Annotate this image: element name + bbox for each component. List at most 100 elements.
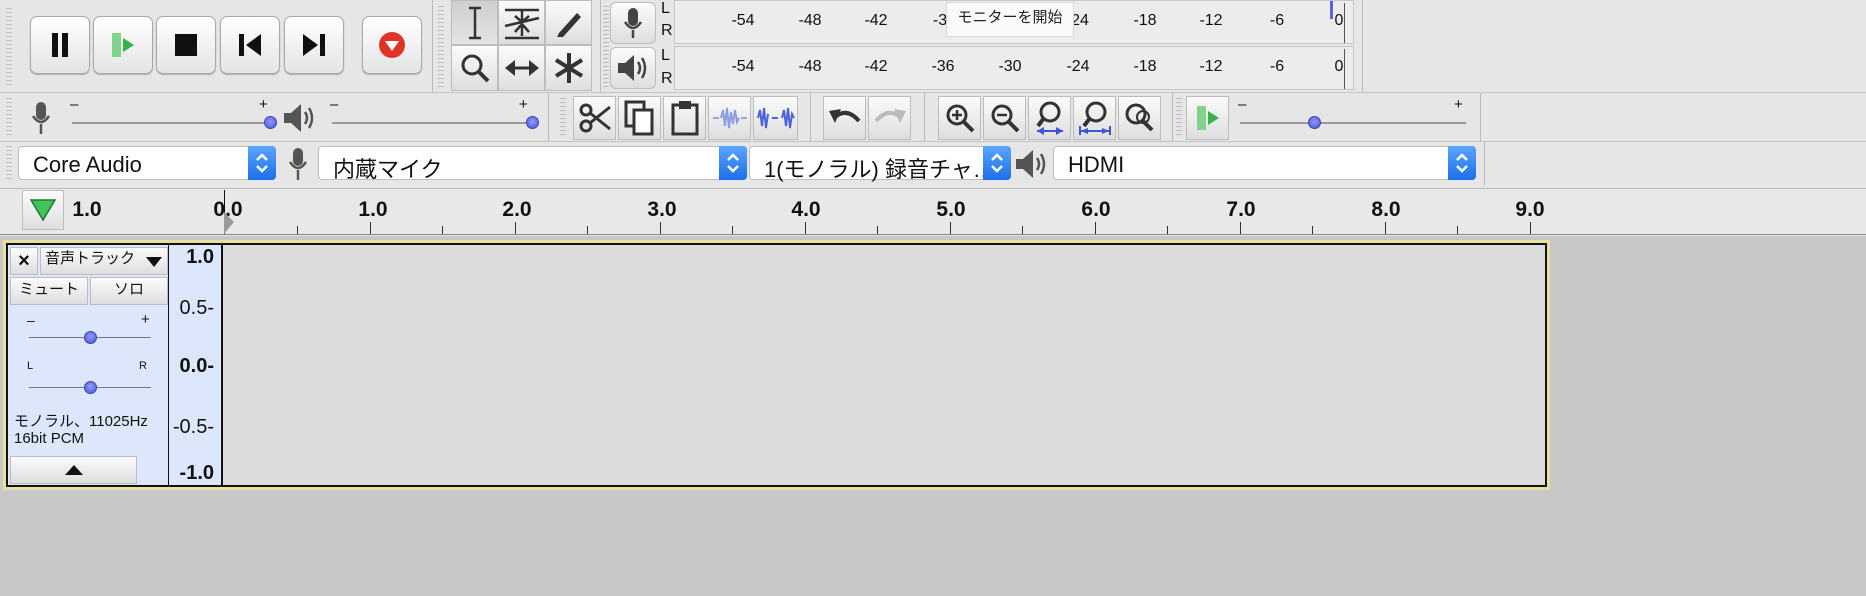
clipboard-icon xyxy=(671,101,698,136)
record-volume-track[interactable] xyxy=(72,122,270,124)
timeline-options-button[interactable] xyxy=(22,190,64,230)
playback-device-dropdown-arrow[interactable] xyxy=(1448,146,1476,180)
ruler-label: 1.0 xyxy=(358,198,388,221)
time-shift-tool-button[interactable] xyxy=(498,45,545,91)
device-grip[interactable] xyxy=(6,146,12,182)
redo-button[interactable] xyxy=(868,96,911,140)
start-monitoring-label[interactable]: モニターを開始 xyxy=(946,2,1074,37)
gain-slider-thumb[interactable] xyxy=(83,331,97,344)
gain-minus: – xyxy=(27,312,35,328)
audio-host-dropdown-arrow[interactable] xyxy=(248,146,276,180)
mute-button[interactable]: ミュート xyxy=(10,277,88,305)
cut-button[interactable] xyxy=(573,96,616,140)
paste-button[interactable] xyxy=(663,96,706,140)
pause-button[interactable] xyxy=(30,16,90,74)
toolbar-divider xyxy=(0,92,1866,93)
record-icon xyxy=(379,32,405,58)
ruler-label: 7.0 xyxy=(1226,198,1256,221)
meter-grip[interactable] xyxy=(603,6,609,88)
selection-tool-button[interactable] xyxy=(451,0,498,45)
fit-project-button[interactable] xyxy=(1073,96,1116,140)
play-button[interactable] xyxy=(93,16,153,74)
record-button[interactable] xyxy=(362,16,422,74)
solo-button-label: ソロ xyxy=(113,280,144,298)
undo-button[interactable] xyxy=(823,96,866,140)
record-meter-scale-label: 0 xyxy=(1334,12,1344,29)
waveform-area[interactable] xyxy=(223,245,1545,485)
playback-meter-end xyxy=(1344,49,1345,89)
record-volume-microphone-icon xyxy=(31,102,51,134)
zoom-tool-button[interactable] xyxy=(451,45,498,91)
skip-start-icon xyxy=(239,34,261,56)
playback-volume-track[interactable] xyxy=(332,122,532,124)
audio-host-select[interactable]: Core Audio xyxy=(18,146,276,180)
recording-channels-dropdown-arrow[interactable] xyxy=(983,146,1011,180)
record-meter-scale-label: -12 xyxy=(1199,12,1223,29)
recording-device-select[interactable]: 内蔵マイク xyxy=(318,146,747,182)
scissors-icon xyxy=(579,103,611,133)
record-meter-scale-label: -3 xyxy=(932,12,948,29)
play-at-speed-grip[interactable] xyxy=(1176,98,1182,138)
play-icon xyxy=(112,33,134,57)
track-close-button[interactable]: × xyxy=(10,247,38,275)
playback-meter-right-label: R xyxy=(661,70,673,87)
transport-grip[interactable] xyxy=(6,8,12,88)
speed-slider-thumb[interactable] xyxy=(1308,116,1322,129)
vertical-scale-label: -1.0 xyxy=(179,462,214,484)
stop-button[interactable] xyxy=(156,16,216,74)
pan-right-label: R xyxy=(139,360,147,372)
ruler-label: 8.0 xyxy=(1371,198,1401,221)
ruler-label: 4.0 xyxy=(791,198,821,221)
record-meter-scale-label: -6 xyxy=(1269,12,1285,29)
track-collapse-button[interactable] xyxy=(10,456,137,484)
recording-device-dropdown-arrow[interactable] xyxy=(719,146,747,180)
edit-grip[interactable] xyxy=(560,98,566,138)
record-meter-left-label: L xyxy=(661,0,670,17)
speed-track[interactable] xyxy=(1240,122,1466,124)
play-head-marker-icon[interactable] xyxy=(224,212,236,234)
chevron-updown-icon xyxy=(991,153,1003,173)
zoom-out-button[interactable] xyxy=(983,96,1026,140)
skip-start-button[interactable] xyxy=(220,16,280,74)
multi-tool-button[interactable] xyxy=(545,45,592,91)
silence-audio-button[interactable] xyxy=(753,96,798,140)
mixer-grip[interactable] xyxy=(6,98,12,138)
record-volume-slider-thumb[interactable] xyxy=(263,116,277,129)
envelope-icon xyxy=(504,8,539,39)
skip-end-button[interactable] xyxy=(284,16,344,74)
fit-selection-button[interactable] xyxy=(1028,96,1071,140)
vertical-scale-label: 0.5- xyxy=(179,297,214,319)
vertical-scale-label: 0.0- xyxy=(179,355,214,377)
recording-channels-value: 1(モノラル) 録音チャ… xyxy=(764,157,995,182)
solo-button[interactable]: ソロ xyxy=(90,277,168,305)
timeline-ruler[interactable] xyxy=(0,188,1866,235)
record-meter-button[interactable] xyxy=(610,2,656,44)
play-at-speed-button[interactable] xyxy=(1186,96,1229,140)
zoom-in-button[interactable] xyxy=(938,96,981,140)
playback-meter-scale-label: -36 xyxy=(931,58,955,75)
ruler-label: 5.0 xyxy=(936,198,966,221)
playback-volume-slider-thumb[interactable] xyxy=(525,116,539,129)
playback-volume-minus: – xyxy=(330,96,339,113)
chevron-updown-icon xyxy=(256,153,268,173)
playback-device-select[interactable]: HDMI xyxy=(1053,146,1476,180)
track-format-info: モノラル、11025Hz xyxy=(14,413,148,430)
trim-audio-button[interactable] xyxy=(708,96,751,140)
copy-button[interactable] xyxy=(618,96,661,140)
track-name-menu-button[interactable]: 音声トラック xyxy=(40,247,168,275)
pencil-icon xyxy=(556,12,581,37)
record-volume-minus: – xyxy=(70,96,79,113)
record-volume-plus: + xyxy=(259,96,268,113)
pan-slider-thumb[interactable] xyxy=(83,381,97,394)
output-device-speaker-icon xyxy=(1016,150,1046,178)
draw-tool-button[interactable] xyxy=(545,0,592,45)
gain-plus: + xyxy=(141,311,150,328)
envelope-tool-button[interactable] xyxy=(498,0,545,45)
recording-channels-select[interactable]: 1(モノラル) 録音チャ… xyxy=(749,146,1011,182)
zoom-toggle-button[interactable] xyxy=(1118,96,1161,140)
tools-grip[interactable] xyxy=(438,6,444,88)
playback-meter-button[interactable] xyxy=(610,47,656,89)
playback-meter-scale-label: 0 xyxy=(1334,58,1344,75)
ruler-label: 9.0 xyxy=(1515,198,1545,221)
playback-meter-scale-label: -42 xyxy=(864,58,888,75)
